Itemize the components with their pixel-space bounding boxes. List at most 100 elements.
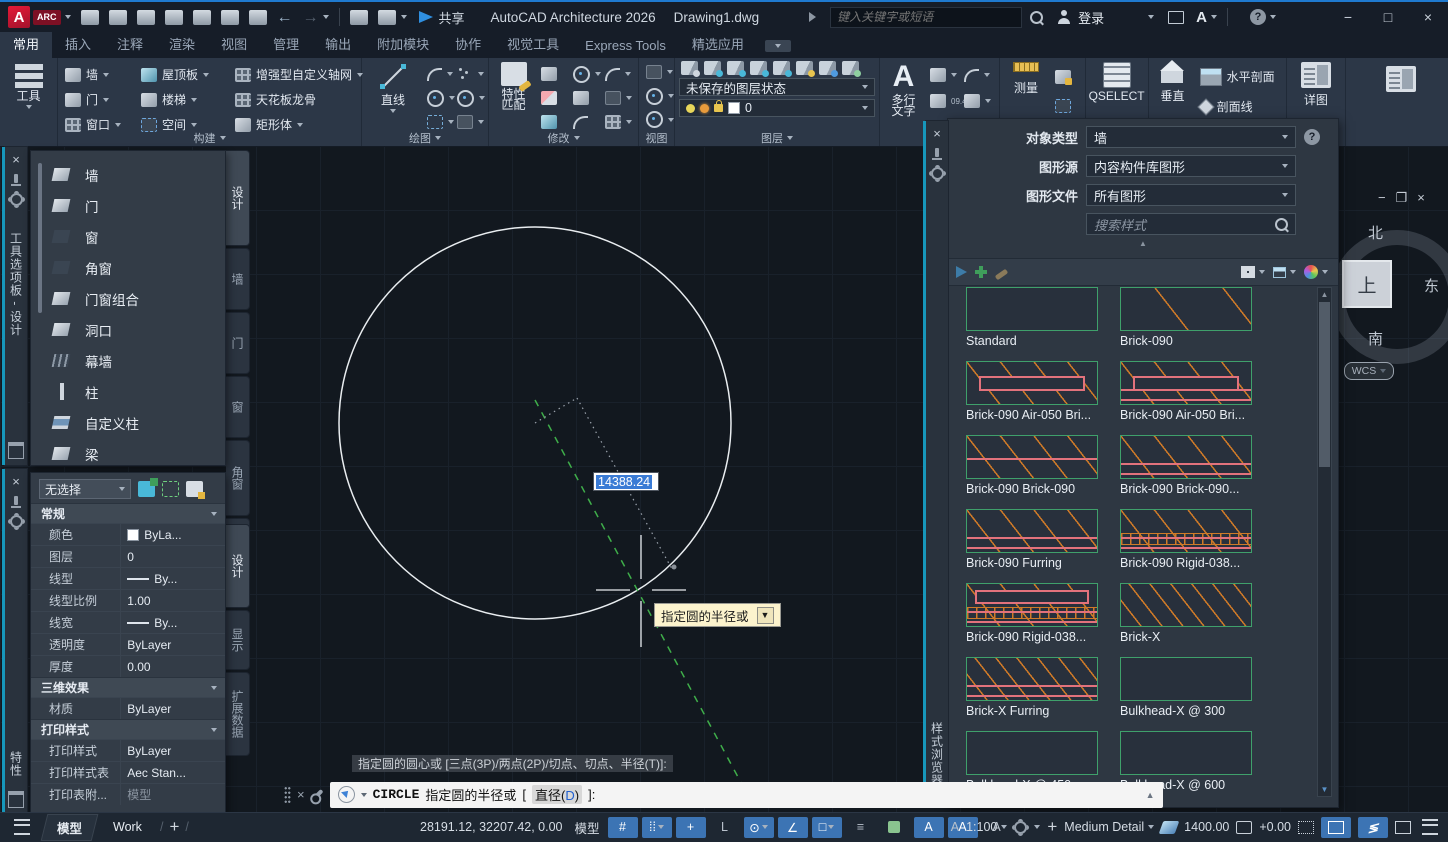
palette-tab[interactable]: 设计 xyxy=(226,150,250,246)
palette-tool-opening[interactable]: 洞口 xyxy=(51,314,221,345)
hardware-acceleration-toggle[interactable] xyxy=(1321,817,1351,838)
swatch-preview[interactable] xyxy=(966,509,1098,553)
tools-button[interactable]: 工具 xyxy=(4,62,53,130)
command-input-bar[interactable]: CIRCLE 指定圆的半径或 [ 直径(D) ]: ▲ xyxy=(330,782,1163,808)
layer-state-dropdown[interactable]: 未保存的图层状态 xyxy=(679,78,875,96)
search-icon[interactable] xyxy=(1030,11,1043,24)
close-icon[interactable]: × xyxy=(933,126,941,142)
viewport-minimize-button[interactable]: − xyxy=(1378,190,1386,206)
copy-button[interactable] xyxy=(570,86,602,111)
status-selection-cycling-toggle[interactable] xyxy=(880,817,910,838)
user-icon[interactable] xyxy=(1057,10,1071,24)
model-tab[interactable]: 模型 xyxy=(41,814,99,841)
swatch-preview[interactable] xyxy=(966,657,1098,701)
view-shapes-button[interactable] xyxy=(643,86,677,107)
isolate-objects-icon[interactable] xyxy=(1298,821,1314,834)
style-swatch[interactable]: Brick-090 Rigid-038... xyxy=(966,583,1098,644)
field-dropdown[interactable]: 所有图形 xyxy=(1086,184,1296,206)
viewport-icon[interactable] xyxy=(1386,66,1416,92)
layer-set-current-icon[interactable] xyxy=(704,61,721,75)
customization-menu-icon[interactable] xyxy=(1422,819,1438,835)
layer-freeze-icon[interactable] xyxy=(750,61,767,75)
屋顶板-button[interactable]: 屋顶板 xyxy=(138,62,232,87)
palette-tool-door-window-assembly[interactable]: 门窗组合 xyxy=(51,283,221,314)
swatch-preview[interactable] xyxy=(966,435,1098,479)
share-label[interactable]: 共享 xyxy=(439,8,465,27)
command-close-icon[interactable]: × xyxy=(297,787,305,802)
help-search-input[interactable] xyxy=(830,7,1022,28)
门-button[interactable]: 门 xyxy=(62,87,138,112)
gear-icon[interactable] xyxy=(10,193,23,206)
preview-3d-icon[interactable] xyxy=(1273,267,1286,278)
layer-on-icon[interactable] xyxy=(773,61,790,75)
section-line-button[interactable]: 剖面线 xyxy=(1197,94,1278,119)
mtext-button[interactable]: A 多行文字 xyxy=(884,62,923,130)
viewcube-north[interactable]: 北 xyxy=(1368,222,1383,243)
style-browser-scrollbar[interactable]: ▲ ▼ xyxy=(1317,287,1332,797)
palette-tab[interactable]: 墙 xyxy=(226,248,250,310)
swatch-preview[interactable] xyxy=(966,731,1098,775)
customize-icon[interactable] xyxy=(311,788,323,800)
search-expand-icon[interactable] xyxy=(809,12,816,22)
property-value[interactable]: By... xyxy=(120,612,225,633)
property-value[interactable]: ByLayer xyxy=(120,698,225,719)
collapse-header-icon[interactable]: ▲ xyxy=(948,239,1338,248)
new-file-icon[interactable] xyxy=(81,10,99,25)
dynamic-input-field[interactable]: 14388.24 xyxy=(593,472,659,491)
thumbnail-view-icon[interactable] xyxy=(1241,266,1255,278)
swatch-preview[interactable] xyxy=(1120,657,1252,701)
layer-previous-icon[interactable] xyxy=(819,61,836,75)
command-line-grip[interactable] xyxy=(284,786,291,803)
share-icon[interactable] xyxy=(419,11,433,23)
property-value[interactable]: ByLa... xyxy=(120,524,225,545)
style-swatch[interactable]: Brick-090 Air-050 Bri... xyxy=(1120,361,1252,422)
leader-button[interactable]: 09.4 xyxy=(927,89,961,114)
ribbon-tab[interactable]: 协作 xyxy=(442,29,494,58)
status-grid-toggle[interactable]: # xyxy=(608,817,638,838)
section-header[interactable]: 常规 xyxy=(31,503,225,523)
layout-tab-work[interactable]: Work xyxy=(99,817,157,837)
property-value[interactable]: 模型 xyxy=(120,784,225,805)
status-snap-toggle[interactable]: ⁞⁞ xyxy=(642,817,672,838)
viewport-close-button[interactable]: × xyxy=(1417,190,1425,206)
view-panel-label[interactable]: 视图 xyxy=(639,131,674,145)
redo-icon[interactable]: → xyxy=(303,10,319,25)
ribbon-tab[interactable]: 常用 xyxy=(0,29,52,58)
quick-select-icon[interactable] xyxy=(186,481,203,497)
property-value[interactable]: Aec Stan... xyxy=(120,762,225,783)
minimize-button[interactable]: − xyxy=(1328,4,1368,30)
point-button[interactable] xyxy=(454,62,484,87)
swatch-preview[interactable] xyxy=(1120,287,1252,331)
palette-tool-window[interactable]: 窗 xyxy=(51,221,221,252)
status-object-snap-toggle[interactable]: □ xyxy=(812,817,842,838)
chevron-down-icon[interactable] xyxy=(1259,270,1265,274)
palette-tool-curtain-wall[interactable]: 幕墙 xyxy=(51,345,221,376)
help-caret-icon[interactable] xyxy=(1270,15,1276,19)
status-ortho-toggle[interactable]: L xyxy=(710,817,740,838)
open-file-icon[interactable] xyxy=(109,10,127,25)
layer-translate-icon[interactable] xyxy=(727,61,744,75)
style-swatch[interactable]: Bulkhead-X @ 300 xyxy=(1120,657,1252,718)
style-swatch[interactable]: Standard xyxy=(966,287,1098,348)
color-wheel-icon[interactable] xyxy=(1304,265,1318,279)
autohide-pin-icon[interactable] xyxy=(935,148,939,157)
viewport-restore-button[interactable]: ❐ xyxy=(1396,190,1408,206)
status-polar-tracking-toggle[interactable]: ⊙ xyxy=(744,817,774,838)
scrollbar-thumb[interactable] xyxy=(1319,302,1330,467)
palette-tool-column[interactable]: 柱 xyxy=(51,376,221,407)
fullscreen-icon[interactable] xyxy=(1395,821,1411,834)
style-swatch[interactable]: Brick-X Furring xyxy=(966,657,1098,718)
rotate-button[interactable] xyxy=(570,62,602,87)
style-swatch[interactable]: Brick-090 Furring xyxy=(966,509,1098,570)
detail-level-dropdown[interactable]: Medium Detail xyxy=(1064,820,1154,834)
palette-tab[interactable]: 角窗 xyxy=(226,440,250,516)
ribbon-tab[interactable]: 视图 xyxy=(208,29,260,58)
墙-button[interactable]: 墙 xyxy=(62,62,138,87)
save-as-icon[interactable] xyxy=(165,10,183,25)
close-icon[interactable]: × xyxy=(12,474,20,490)
apply-style-icon[interactable] xyxy=(956,266,967,278)
workspace-icon[interactable] xyxy=(378,10,396,25)
gear-icon[interactable] xyxy=(931,167,944,180)
field-dropdown[interactable]: 墙 xyxy=(1086,126,1296,148)
layer-lock-icon[interactable] xyxy=(796,61,813,75)
